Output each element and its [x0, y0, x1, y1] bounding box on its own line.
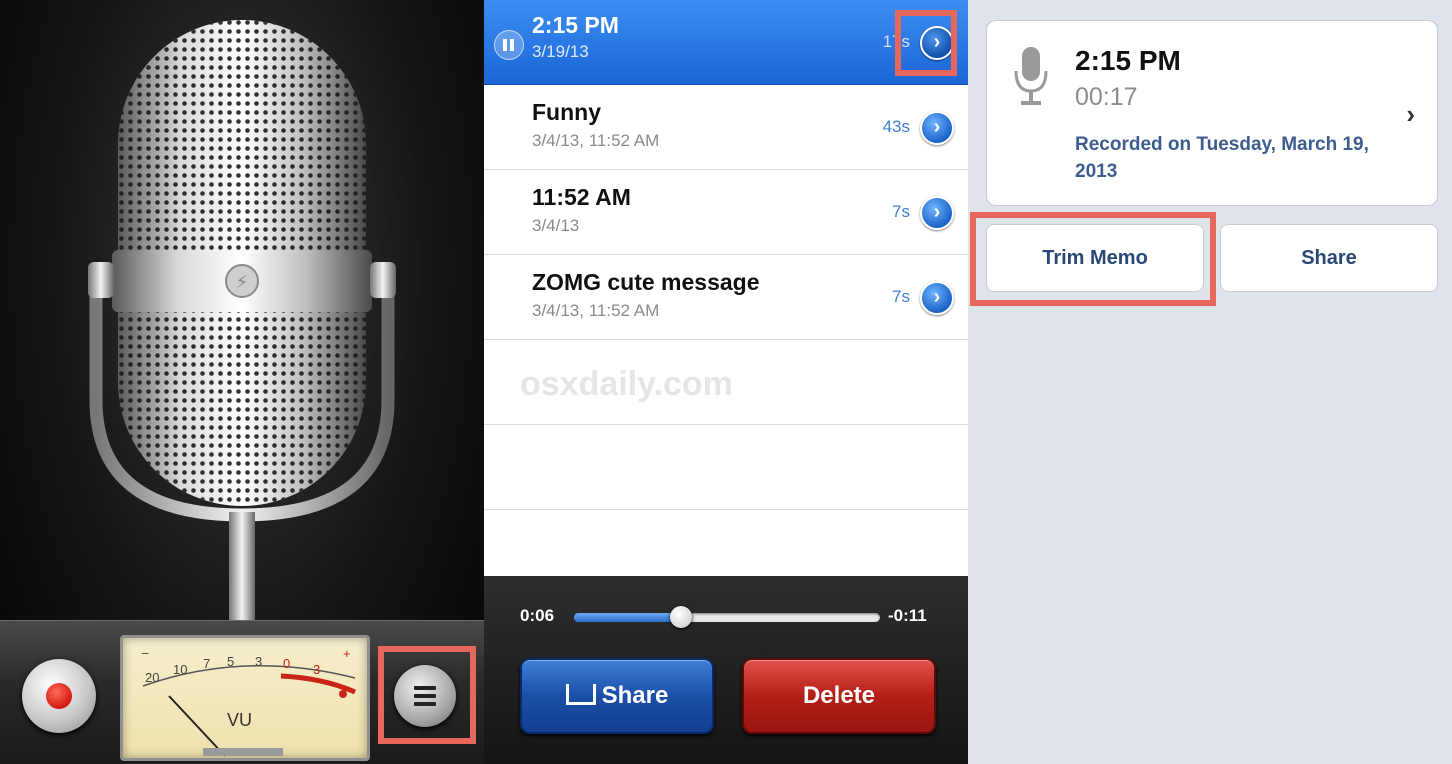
remaining-time: -0:11: [888, 606, 927, 625]
share-label: Share: [601, 682, 669, 709]
empty-row: osxdaily.com: [484, 340, 968, 425]
memo-date: 3/4/13: [532, 216, 580, 235]
empty-row: [484, 425, 968, 510]
memo-title: 2:15 PM: [532, 12, 619, 38]
detail-recorded-on: Recorded on Tuesday, March 19, 2013: [1075, 134, 1369, 182]
memo-duration: 7s: [892, 202, 910, 221]
disclosure-icon[interactable]: ›: [920, 26, 954, 60]
memo-detail-card[interactable]: 2:15 PM 00:17 Recorded on Tuesday, March…: [986, 20, 1438, 206]
vu-meter: − 20 10 7 5 3 0 3 + VU: [120, 635, 370, 761]
memo-duration: 17s: [882, 32, 910, 51]
memo-row[interactable]: 11:52 AM 3/4/13 7s ›: [484, 170, 968, 255]
vu-scale-label: 3: [313, 662, 320, 677]
vu-scale-label: 3: [255, 654, 262, 669]
vu-scale-label: 10: [173, 662, 187, 677]
vu-label: VU: [227, 710, 253, 730]
memo-duration: 7s: [892, 287, 910, 306]
memo-date: 3/4/13, 11:52 AM: [532, 301, 660, 320]
delete-label: Delete: [802, 682, 876, 709]
recorder-control-bar: − 20 10 7 5 3 0 3 + VU: [0, 620, 484, 764]
record-button[interactable]: [22, 659, 96, 733]
delete-button[interactable]: Delete: [742, 658, 936, 734]
memo-row[interactable]: ZOMG cute message 3/4/13, 11:52 AM 7s ›: [484, 255, 968, 340]
elapsed-time: 0:06: [520, 606, 555, 625]
svg-text:⚡: ⚡: [236, 272, 249, 293]
memo-list-button[interactable]: [394, 665, 456, 727]
detail-title: 2:15 PM: [1075, 45, 1181, 76]
memo-date: 3/19/13: [532, 42, 589, 61]
recorder-panel: ⚡ − 20 10 7 5 3 0 3 + VU: [0, 0, 484, 764]
memo-detail-panel: 2:15 PM 00:17 Recorded on Tuesday, March…: [968, 0, 1452, 764]
vu-scale-label: +: [343, 646, 351, 661]
trim-memo-button[interactable]: Trim Memo: [986, 224, 1204, 292]
detail-duration: 00:17: [1075, 83, 1138, 111]
microphone-icon: [1014, 47, 1048, 105]
player-bar: 0:06 -0:11 Share Delete: [484, 576, 968, 764]
detail-share-button[interactable]: Share: [1220, 224, 1438, 292]
disclosure-icon[interactable]: ›: [920, 111, 954, 145]
memo-title: 11:52 AM: [532, 184, 631, 210]
share-button[interactable]: Share: [520, 658, 714, 734]
list-icon: [414, 686, 436, 710]
pause-button[interactable]: [494, 30, 524, 60]
memo-title: ZOMG cute message: [532, 269, 760, 295]
memo-row[interactable]: Funny 3/4/13, 11:52 AM 43s ›: [484, 85, 968, 170]
watermark: osxdaily.com: [520, 365, 733, 403]
share-icon: [565, 684, 596, 705]
scrub-track[interactable]: [574, 613, 880, 622]
disclosure-icon[interactable]: ›: [920, 281, 954, 315]
vu-scale-minus: −: [141, 645, 149, 661]
memo-list-panel: 2:15 PM 3/19/13 17s › Funny 3/4/13, 11:5…: [484, 0, 968, 764]
vu-scale-label: 0: [283, 656, 290, 671]
vu-scale-label: 20: [145, 670, 159, 685]
memo-row-active[interactable]: 2:15 PM 3/19/13 17s ›: [484, 0, 968, 85]
vu-scale-label: 7: [203, 656, 210, 671]
vu-scale-label: 5: [227, 654, 234, 669]
disclosure-icon[interactable]: ›: [920, 196, 954, 230]
scrub-thumb[interactable]: [670, 606, 693, 628]
memo-title: Funny: [532, 99, 601, 125]
memo-duration: 43s: [882, 117, 910, 136]
chevron-right-icon: ›: [1406, 99, 1415, 129]
microphone-illustration: ⚡: [88, 20, 396, 620]
vu-meter-scale: − 20 10 7 5 3 0 3 +: [141, 645, 357, 757]
record-icon: [46, 683, 72, 709]
memo-date: 3/4/13, 11:52 AM: [532, 131, 660, 150]
